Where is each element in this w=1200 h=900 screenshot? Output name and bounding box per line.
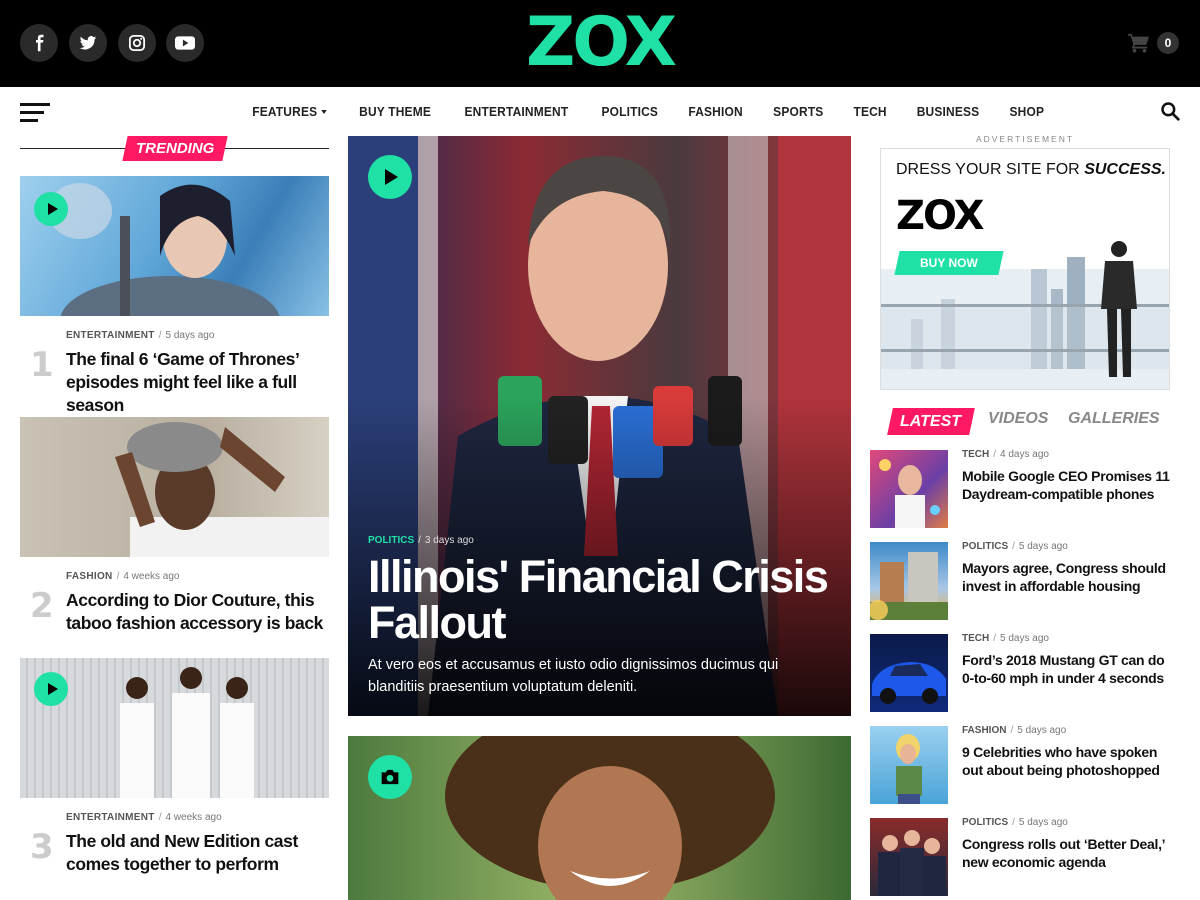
latest-meta-3: TECH/5 days ago (962, 633, 1049, 644)
site-logo[interactable]: ZOX (510, 9, 690, 77)
menu-hamburger-icon[interactable] (20, 101, 50, 123)
top-bar: ZOX 0 (0, 0, 1200, 87)
advertisement-label: ADVERTISEMENT (975, 134, 1075, 144)
youtube-icon[interactable] (166, 24, 204, 62)
trending-title-2[interactable]: According to Dior Couture, this taboo fa… (66, 589, 341, 635)
latest-thumbnail-5[interactable] (870, 818, 948, 896)
latest-thumbnail-3[interactable] (870, 634, 948, 712)
latest-title-1[interactable]: Mobile Google CEO Promises 11 Daydream-c… (962, 467, 1177, 503)
trending-title-3[interactable]: The old and New Edition cast comes toget… (66, 830, 341, 876)
second-featured-image[interactable] (348, 736, 851, 900)
trending-meta-1: ENTERTAINMENT/5 days ago (66, 330, 215, 341)
latest-title-4[interactable]: 9 Celebrities who have spoken out about … (962, 743, 1177, 779)
trending-rank-3: 3 (30, 827, 54, 867)
play-icon[interactable] (368, 155, 412, 199)
latest-title-2[interactable]: Mayors agree, Congress should invest in … (962, 559, 1177, 595)
camera-icon[interactable] (368, 755, 412, 799)
latest-meta-5: POLITICS/5 days ago (962, 817, 1068, 828)
tab-latest[interactable]: LATEST (887, 408, 975, 435)
trending-thumbnail-1[interactable] (20, 176, 329, 316)
nav-item-buy-theme[interactable]: BUY THEME (359, 104, 431, 119)
latest-thumbnail-4[interactable] (870, 726, 948, 804)
instagram-icon[interactable] (118, 24, 156, 62)
featured-article-title[interactable]: Illinois' Financial Crisis Fallout (368, 554, 838, 646)
trending-label: TRENDING (122, 136, 228, 161)
nav-item-business[interactable]: BUSINESS (917, 104, 980, 119)
trending-meta-3: ENTERTAINMENT/4 weeks ago (66, 812, 222, 823)
nav-item-entertainment[interactable]: ENTERTAINMENT (464, 104, 568, 119)
cart-icon[interactable] (1128, 33, 1150, 58)
trending-meta-2: FASHION/4 weeks ago (66, 571, 180, 582)
nav-menu: FEATURES BUY THEME ENTERTAINMENT POLITIC… (236, 87, 1059, 135)
play-icon[interactable] (34, 192, 68, 226)
latest-meta-2: POLITICS/5 days ago (962, 541, 1068, 552)
chevron-down-icon (320, 110, 327, 115)
latest-thumbnail-2[interactable] (870, 542, 948, 620)
twitter-icon[interactable] (69, 24, 107, 62)
nav-item-sports[interactable]: SPORTS (774, 104, 824, 119)
latest-meta-1: TECH/4 days ago (962, 449, 1049, 460)
latest-thumbnail-1[interactable] (870, 450, 948, 528)
facebook-icon[interactable] (20, 24, 58, 62)
nav-item-politics[interactable]: POLITICS (601, 104, 658, 119)
ad-logo: ZOX (896, 193, 984, 239)
featured-article-meta: POLITICS/3 days ago (368, 535, 474, 546)
trending-title-1[interactable]: The final 6 ‘Game of Thrones’ episodes m… (66, 348, 341, 417)
trending-rank-1: 1 (30, 345, 54, 385)
latest-title-3[interactable]: Ford’s 2018 Mustang GT can do 0-to-60 mp… (962, 651, 1177, 687)
trending-thumbnail-2[interactable] (20, 417, 329, 557)
advertisement-banner[interactable]: DRESS YOUR SITE FOR SUCCESS. ZOX BUY NOW (880, 148, 1170, 390)
ad-headline: DRESS YOUR SITE FOR SUCCESS. (896, 161, 1166, 178)
nav-item-fashion[interactable]: FASHION (689, 104, 743, 119)
play-icon[interactable] (34, 672, 68, 706)
tab-videos[interactable]: VIDEOS (988, 410, 1048, 428)
buy-now-button[interactable]: BUY NOW (894, 251, 1004, 275)
latest-meta-4: FASHION/5 days ago (962, 725, 1067, 736)
trending-thumbnail-3[interactable] (20, 658, 329, 798)
trending-rank-2: 2 (30, 586, 54, 626)
main-nav: FEATURES BUY THEME ENTERTAINMENT POLITIC… (0, 87, 1200, 135)
cart-count-badge: 0 (1157, 32, 1179, 54)
search-icon[interactable] (1160, 101, 1180, 126)
nav-item-shop[interactable]: SHOP (1010, 104, 1045, 119)
featured-article-excerpt: At vero eos et accusamus et iusto odio d… (368, 657, 779, 695)
nav-item-features[interactable]: FEATURES (252, 104, 327, 119)
latest-title-5[interactable]: Congress rolls out ‘Better Deal,’ new ec… (962, 835, 1177, 871)
tab-galleries[interactable]: GALLERIES (1068, 410, 1160, 428)
nav-item-tech[interactable]: TECH (854, 104, 887, 119)
